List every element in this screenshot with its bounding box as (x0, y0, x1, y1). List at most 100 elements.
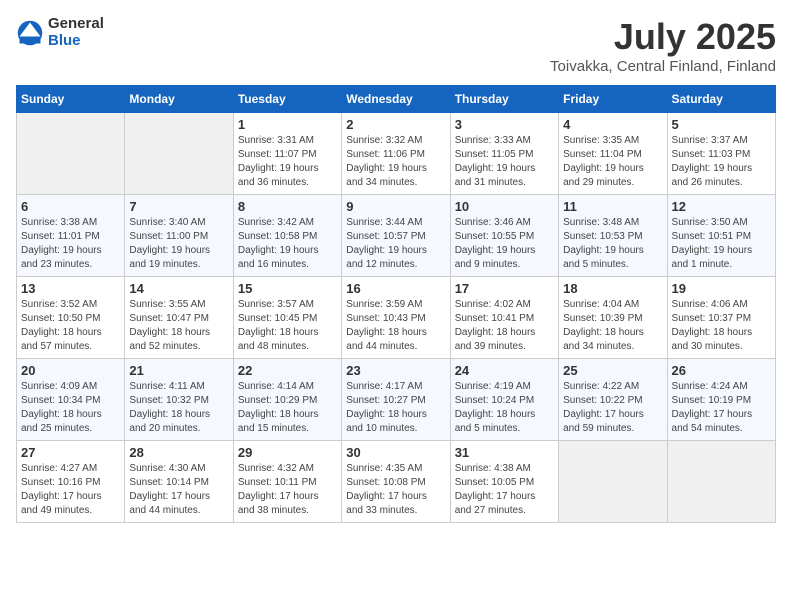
page-subtitle: Toivakka, Central Finland, Finland (550, 58, 776, 75)
weekday-header-row: SundayMondayTuesdayWednesdayThursdayFrid… (17, 86, 776, 113)
day-info: Sunrise: 3:59 AMSunset: 10:43 PMDaylight… (346, 298, 445, 354)
day-info: Sunrise: 4:35 AMSunset: 10:08 PMDaylight… (346, 462, 445, 518)
day-number: 10 (455, 199, 554, 214)
day-info: Sunrise: 4:27 AMSunset: 10:16 PMDaylight… (21, 462, 120, 518)
page-title: July 2025 (550, 16, 776, 58)
weekday-header: Friday (559, 86, 667, 113)
day-info: Sunrise: 3:50 AMSunset: 10:51 PMDaylight… (672, 216, 771, 272)
day-info: Sunrise: 3:32 AMSunset: 11:06 PMDaylight… (346, 134, 445, 190)
day-number: 18 (563, 281, 662, 296)
day-number: 27 (21, 445, 120, 460)
calendar-cell: 21 Sunrise: 4:11 AMSunset: 10:32 PMDaylig… (125, 359, 233, 441)
day-number: 16 (346, 281, 445, 296)
day-info: Sunrise: 4:11 AMSunset: 10:32 PMDaylight… (129, 380, 228, 436)
calendar-week-row: 6 Sunrise: 3:38 AMSunset: 11:01 PMDayligh… (17, 195, 776, 277)
day-info: Sunrise: 3:46 AMSunset: 10:55 PMDaylight… (455, 216, 554, 272)
day-info: Sunrise: 4:06 AMSunset: 10:37 PMDaylight… (672, 298, 771, 354)
calendar-cell: 10 Sunrise: 3:46 AMSunset: 10:55 PMDaylig… (450, 195, 558, 277)
day-number: 14 (129, 281, 228, 296)
calendar-cell: 13 Sunrise: 3:52 AMSunset: 10:50 PMDaylig… (17, 277, 125, 359)
day-info: Sunrise: 3:40 AMSunset: 11:00 PMDaylight… (129, 216, 228, 272)
day-info: Sunrise: 3:31 AMSunset: 11:07 PMDaylight… (238, 134, 337, 190)
day-number: 6 (21, 199, 120, 214)
logo: General Blue (16, 16, 104, 49)
day-number: 4 (563, 117, 662, 132)
calendar-cell: 12 Sunrise: 3:50 AMSunset: 10:51 PMDaylig… (667, 195, 775, 277)
day-number: 20 (21, 363, 120, 378)
day-number: 25 (563, 363, 662, 378)
day-number: 7 (129, 199, 228, 214)
calendar-cell: 17 Sunrise: 4:02 AMSunset: 10:41 PMDaylig… (450, 277, 558, 359)
calendar-cell: 14 Sunrise: 3:55 AMSunset: 10:47 PMDaylig… (125, 277, 233, 359)
day-number: 30 (346, 445, 445, 460)
calendar-cell: 5 Sunrise: 3:37 AMSunset: 11:03 PMDayligh… (667, 113, 775, 195)
day-info: Sunrise: 3:55 AMSunset: 10:47 PMDaylight… (129, 298, 228, 354)
calendar-cell: 26Sunrise: 4:24 AMSunset: 10:19 PMDaylig… (667, 359, 775, 441)
day-number: 21 (129, 363, 228, 378)
logo-text-general: General (48, 16, 104, 33)
weekday-header: Sunday (17, 86, 125, 113)
day-number: 15 (238, 281, 337, 296)
weekday-header: Wednesday (342, 86, 450, 113)
calendar-cell: 27 Sunrise: 4:27 AMSunset: 10:16 PMDaylig… (17, 441, 125, 523)
day-info: Sunrise: 4:30 AMSunset: 10:14 PMDaylight… (129, 462, 228, 518)
calendar-cell: 4 Sunrise: 3:35 AMSunset: 11:04 PMDayligh… (559, 113, 667, 195)
day-info: Sunrise: 3:42 AMSunset: 10:58 PMDaylight… (238, 216, 337, 272)
calendar-cell: 18 Sunrise: 4:04 AMSunset: 10:39 PMDaylig… (559, 277, 667, 359)
calendar-cell: 15 Sunrise: 3:57 AMSunset: 10:45 PMDaylig… (233, 277, 341, 359)
calendar-cell: 28Sunrise: 4:30 AMSunset: 10:14 PMDaylig… (125, 441, 233, 523)
weekday-header: Tuesday (233, 86, 341, 113)
calendar-cell: 6 Sunrise: 3:38 AMSunset: 11:01 PMDayligh… (17, 195, 125, 277)
day-number: 5 (672, 117, 771, 132)
day-info: Sunrise: 3:38 AMSunset: 11:01 PMDaylight… (21, 216, 120, 272)
day-info: Sunrise: 3:57 AMSunset: 10:45 PMDaylight… (238, 298, 337, 354)
calendar-cell (17, 113, 125, 195)
day-number: 13 (21, 281, 120, 296)
calendar-cell: 31Sunrise: 4:38 AMSunset: 10:05 PMDaylig… (450, 441, 558, 523)
day-info: Sunrise: 3:33 AMSunset: 11:05 PMDaylight… (455, 134, 554, 190)
calendar-cell: 29 Sunrise: 4:32 AMSunset: 10:11 PMDaylig… (233, 441, 341, 523)
weekday-header: Thursday (450, 86, 558, 113)
calendar-cell: 22Sunrise: 4:14 AMSunset: 10:29 PMDaylig… (233, 359, 341, 441)
calendar-cell: 30 Sunrise: 4:35 AMSunset: 10:08 PMDaylig… (342, 441, 450, 523)
day-number: 23 (346, 363, 445, 378)
day-number: 3 (455, 117, 554, 132)
logo-text-blue: Blue (48, 33, 104, 50)
weekday-header: Monday (125, 86, 233, 113)
day-info: Sunrise: 4:04 AMSunset: 10:39 PMDaylight… (563, 298, 662, 354)
calendar-table: SundayMondayTuesdayWednesdayThursdayFrid… (16, 85, 776, 523)
day-number: 11 (563, 199, 662, 214)
calendar-week-row: 20 Sunrise: 4:09 AMSunset: 10:34 PMDaylig… (17, 359, 776, 441)
day-info: Sunrise: 4:09 AMSunset: 10:34 PMDaylight… (21, 380, 120, 436)
day-number: 12 (672, 199, 771, 214)
day-info: Sunrise: 4:22 AMSunset: 10:22 PMDaylight… (563, 380, 662, 436)
day-number: 2 (346, 117, 445, 132)
calendar-cell: 24Sunrise: 4:19 AMSunset: 10:24 PMDaylig… (450, 359, 558, 441)
day-number: 17 (455, 281, 554, 296)
day-info: Sunrise: 3:48 AMSunset: 10:53 PMDaylight… (563, 216, 662, 272)
calendar-cell (125, 113, 233, 195)
day-info: Sunrise: 4:02 AMSunset: 10:41 PMDaylight… (455, 298, 554, 354)
calendar-cell: 2 Sunrise: 3:32 AMSunset: 11:06 PMDayligh… (342, 113, 450, 195)
calendar-cell: 9 Sunrise: 3:44 AMSunset: 10:57 PMDayligh… (342, 195, 450, 277)
day-info: Sunrise: 3:35 AMSunset: 11:04 PMDaylight… (563, 134, 662, 190)
day-info: Sunrise: 4:14 AMSunset: 10:29 PMDaylight… (238, 380, 337, 436)
day-number: 9 (346, 199, 445, 214)
day-info: Sunrise: 4:32 AMSunset: 10:11 PMDaylight… (238, 462, 337, 518)
calendar-cell: 8 Sunrise: 3:42 AMSunset: 10:58 PMDayligh… (233, 195, 341, 277)
day-info: Sunrise: 3:44 AMSunset: 10:57 PMDaylight… (346, 216, 445, 272)
day-number: 24 (455, 363, 554, 378)
page-header: General Blue July 2025 Toivakka, Central… (16, 16, 776, 75)
calendar-cell (667, 441, 775, 523)
calendar-week-row: 1 Sunrise: 3:31 AMSunset: 11:07 PMDayligh… (17, 113, 776, 195)
day-number: 1 (238, 117, 337, 132)
day-info: Sunrise: 4:24 AMSunset: 10:19 PMDaylight… (672, 380, 771, 436)
logo-icon (16, 19, 44, 47)
day-number: 8 (238, 199, 337, 214)
day-number: 29 (238, 445, 337, 460)
calendar-cell: 16 Sunrise: 3:59 AMSunset: 10:43 PMDaylig… (342, 277, 450, 359)
calendar-week-row: 27 Sunrise: 4:27 AMSunset: 10:16 PMDaylig… (17, 441, 776, 523)
day-info: Sunrise: 3:52 AMSunset: 10:50 PMDaylight… (21, 298, 120, 354)
day-info: Sunrise: 3:37 AMSunset: 11:03 PMDaylight… (672, 134, 771, 190)
calendar-week-row: 13 Sunrise: 3:52 AMSunset: 10:50 PMDaylig… (17, 277, 776, 359)
